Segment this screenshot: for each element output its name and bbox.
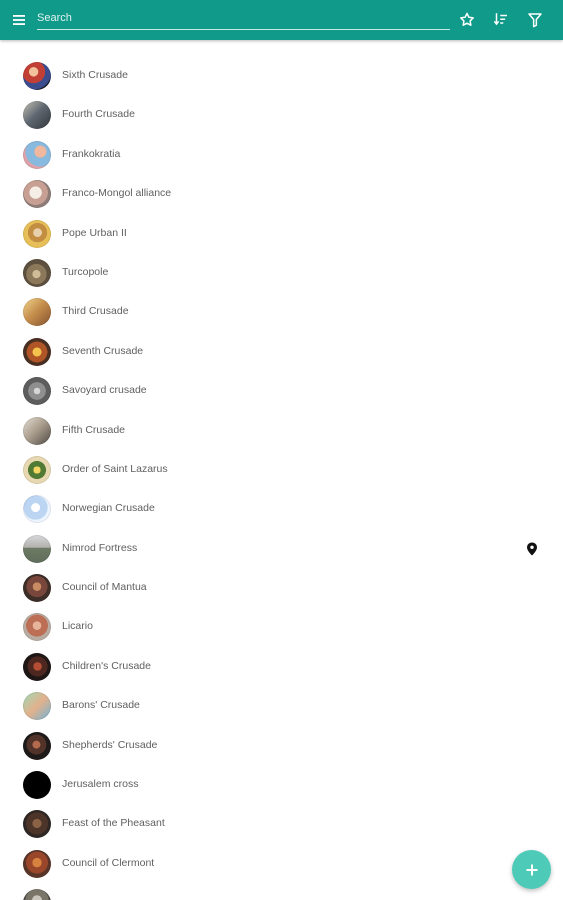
item-avatar: [23, 101, 51, 130]
sort-icon: [493, 13, 507, 26]
item-avatar: [23, 613, 51, 642]
item-label: Feast of the Pheasant: [62, 817, 165, 830]
menu-button[interactable]: [11, 12, 27, 28]
item-label: Licario: [62, 620, 93, 633]
list-item[interactable]: Nimrod Fortress: [0, 529, 563, 568]
item-avatar: [23, 849, 51, 878]
item-label: Council of Mantua: [62, 581, 147, 594]
list-item[interactable]: Order of Saint Lazarus: [0, 450, 563, 489]
item-label: Turcopole: [62, 265, 109, 278]
search-bar: [37, 6, 450, 31]
item-label: Seventh Crusade: [62, 344, 144, 357]
item-avatar: [23, 534, 51, 563]
item-label: Frankokratia: [62, 147, 121, 160]
item-avatar: [23, 692, 51, 721]
item-avatar: [23, 140, 51, 169]
search-input[interactable]: [37, 6, 450, 30]
list-item[interactable]: Sixth Crusade: [0, 56, 563, 95]
item-avatar: [23, 219, 51, 248]
item-label: Council of Clermont: [62, 856, 155, 869]
list-item[interactable]: Franco-Mongol alliance: [0, 174, 563, 213]
item-label: Savoyard crusade: [62, 384, 147, 397]
star-icon: [460, 12, 474, 26]
favorites-button[interactable]: [458, 11, 476, 29]
list-item[interactable]: Fifth Crusade: [0, 411, 563, 450]
item-avatar: [23, 62, 51, 90]
list-item[interactable]: [0, 883, 563, 900]
item-label: Pope Urban II: [62, 226, 127, 239]
app-screen: Sixth Crusade Fourth Crusade Frankokratia F…: [0, 0, 563, 900]
app-toolbar: [0, 0, 563, 40]
item-label: Jerusalem cross: [62, 778, 139, 791]
item-avatar: [23, 258, 51, 287]
map-pin-icon[interactable]: [526, 542, 538, 556]
articles-list: Sixth Crusade Fourth Crusade Frankokratia F…: [0, 56, 563, 900]
list-item[interactable]: Norwegian Crusade: [0, 489, 563, 528]
item-label: Barons' Crusade: [62, 699, 140, 712]
list-item[interactable]: Feast of the Pheasant: [0, 804, 563, 843]
item-avatar: [23, 731, 51, 760]
add-button[interactable]: [512, 850, 551, 889]
list-item[interactable]: Council of Mantua: [0, 568, 563, 607]
item-avatar: [23, 180, 51, 209]
item-label: Franco-Mongol alliance: [62, 187, 172, 200]
list-item[interactable]: Pope Urban II: [0, 214, 563, 253]
add-icon: [526, 864, 537, 875]
sort-button[interactable]: [492, 11, 510, 29]
filter-icon: [528, 13, 542, 28]
list-item[interactable]: Licario: [0, 607, 563, 646]
item-avatar: [23, 337, 51, 366]
item-label: Children's Crusade: [62, 659, 151, 672]
item-label: Sixth Crusade: [62, 69, 128, 81]
item-avatar: [23, 377, 51, 406]
list-item[interactable]: Third Crusade: [0, 292, 563, 331]
filter-button[interactable]: [526, 11, 544, 29]
list-item[interactable]: Jerusalem cross: [0, 765, 563, 804]
item-label: Order of Saint Lazarus: [62, 462, 168, 475]
list-item[interactable]: Council of Clermont: [0, 844, 563, 883]
item-label: Fifth Crusade: [62, 423, 126, 436]
list-item[interactable]: Savoyard crusade: [0, 371, 563, 410]
item-avatar: [23, 771, 51, 800]
item-avatar: [23, 455, 51, 484]
menu-icon: [13, 15, 25, 25]
list-item[interactable]: Seventh Crusade: [0, 332, 563, 371]
item-label: Norwegian Crusade: [62, 502, 155, 515]
list-item[interactable]: Children's Crusade: [0, 647, 563, 686]
item-label: Fourth Crusade: [62, 108, 135, 121]
item-avatar: [23, 652, 51, 681]
list-item[interactable]: Frankokratia: [0, 135, 563, 174]
item-avatar: [23, 416, 51, 445]
item-avatar: [23, 495, 51, 524]
item-label: Nimrod Fortress: [62, 541, 138, 554]
item-avatar: [23, 810, 51, 839]
item-label: Third Crusade: [62, 305, 129, 318]
list-item[interactable]: Fourth Crusade: [0, 95, 563, 134]
list-item[interactable]: Shepherds' Crusade: [0, 726, 563, 765]
item-avatar: [23, 574, 51, 603]
item-avatar: [23, 298, 51, 327]
item-avatar: [23, 889, 51, 900]
list-item[interactable]: Barons' Crusade: [0, 686, 563, 725]
list-item[interactable]: Turcopole: [0, 253, 563, 292]
item-label: Shepherds' Crusade: [62, 738, 158, 751]
